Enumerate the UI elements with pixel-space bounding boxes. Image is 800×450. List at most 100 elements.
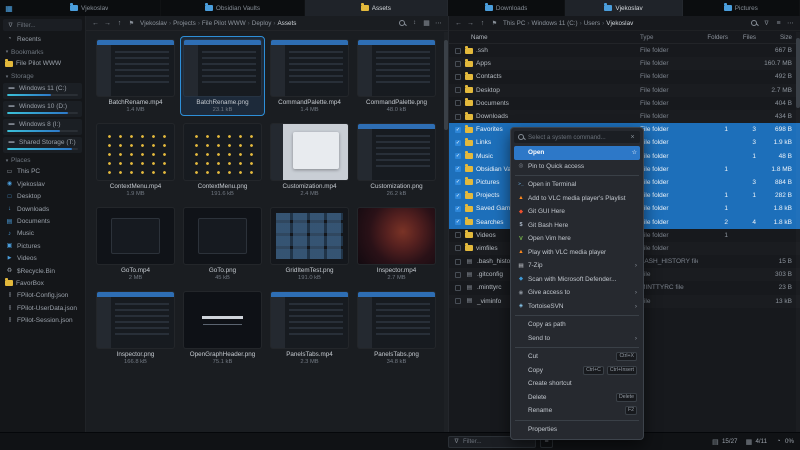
- context-menu-search[interactable]: [514, 131, 640, 143]
- breadcrumb-segment[interactable]: Users›: [583, 20, 606, 27]
- context-menu-item[interactable]: Git Bash Here ☆ ›: [514, 219, 640, 233]
- sidebar-section-bookmarks[interactable]: Bookmarks: [0, 45, 85, 57]
- tab[interactable]: Pictures: [683, 0, 800, 16]
- close-icon[interactable]: [628, 133, 637, 142]
- command-search-input[interactable]: [528, 134, 626, 141]
- tab[interactable]: Obsidian Vaults: [161, 0, 304, 16]
- file-tile[interactable]: Inspector.png 166.8 kB: [94, 289, 177, 367]
- column-header-files[interactable]: Files: [728, 34, 756, 41]
- column-header-type[interactable]: Type: [640, 34, 698, 41]
- row-checkbox[interactable]: [455, 153, 461, 159]
- context-menu-item[interactable]: ☆ ›: [515, 175, 639, 176]
- context-menu-item[interactable]: Scan with Microsoft Defender... ☆ ›: [514, 273, 640, 287]
- forward-button[interactable]: [103, 19, 112, 28]
- table-row[interactable]: Downloads File folder 434 B: [449, 110, 800, 123]
- context-menu-item[interactable]: ☆ ›: [515, 315, 639, 316]
- context-menu-item[interactable]: ☆ ›: [515, 347, 639, 348]
- column-header-folders[interactable]: Folders: [698, 34, 728, 41]
- context-menu-item[interactable]: Open in Terminal ☆ ›: [514, 178, 640, 192]
- row-checkbox[interactable]: [455, 179, 461, 185]
- context-menu-item[interactable]: ☆ ›: [515, 420, 639, 421]
- sort-icon[interactable]: [410, 19, 419, 28]
- context-menu-item[interactable]: TortoiseSVN ☆ ›: [514, 300, 640, 314]
- tab[interactable]: Assets: [305, 0, 448, 16]
- context-menu-item[interactable]: Play with VLC media player ☆ ›: [514, 246, 640, 260]
- back-button[interactable]: [454, 19, 463, 28]
- row-checkbox[interactable]: [455, 48, 461, 54]
- forward-button[interactable]: [466, 19, 475, 28]
- filter-icon[interactable]: [762, 19, 771, 28]
- sidebar-place-item[interactable]: Music: [0, 228, 85, 240]
- sidebar-filter-input[interactable]: [17, 22, 79, 29]
- file-tile[interactable]: GridItemTest.png 191.0 kB: [268, 205, 351, 283]
- row-checkbox[interactable]: [455, 61, 461, 67]
- context-menu-item[interactable]: Copy as path ☆ ›: [514, 318, 640, 332]
- storage-drive[interactable]: Windows 8 (I:): [3, 119, 82, 135]
- row-checkbox[interactable]: [455, 206, 461, 212]
- column-header-size[interactable]: Size: [756, 34, 800, 41]
- star-icon[interactable]: ☆: [632, 149, 637, 156]
- row-checkbox[interactable]: [455, 114, 461, 120]
- list-view-icon[interactable]: [774, 19, 783, 28]
- up-button[interactable]: [115, 19, 124, 28]
- file-tile[interactable]: Customization.png 26.2 kB: [355, 121, 438, 199]
- breadcrumb-segment[interactable]: Windows 11 (C:)›: [531, 20, 583, 27]
- sidebar-filter[interactable]: [3, 19, 82, 31]
- row-checkbox[interactable]: [455, 166, 461, 172]
- row-checkbox[interactable]: [455, 219, 461, 225]
- more-options-icon[interactable]: [434, 19, 443, 28]
- sidebar-place-item[interactable]: FPilot-Config.json: [0, 290, 85, 302]
- row-checkbox[interactable]: [455, 259, 461, 265]
- tab[interactable]: Vjekoslav: [565, 0, 682, 16]
- breadcrumb-segment[interactable]: Vjekoslav›: [605, 20, 634, 27]
- search-icon[interactable]: [398, 19, 407, 28]
- row-checkbox[interactable]: [455, 140, 461, 146]
- storage-drive[interactable]: Shared Storage (T:): [3, 137, 82, 153]
- table-row[interactable]: Documents File folder 404 B: [449, 97, 800, 110]
- row-checkbox[interactable]: [455, 285, 461, 291]
- file-tile[interactable]: GoTo.mp4 2 MB: [94, 205, 177, 283]
- sidebar-place-item[interactable]: This PC: [0, 166, 85, 178]
- row-checkbox[interactable]: [455, 100, 461, 106]
- breadcrumb-segment[interactable]: Deploy›: [251, 20, 277, 27]
- tab[interactable]: Downloads: [448, 0, 565, 16]
- table-row[interactable]: Contacts File folder 492 B: [449, 70, 800, 83]
- up-button[interactable]: [478, 19, 487, 28]
- scrollbar-thumb[interactable]: [796, 38, 800, 108]
- context-menu-item[interactable]: Open ☆ ›: [514, 146, 640, 160]
- file-tile[interactable]: BatchRename.png 23.1 kB: [181, 37, 264, 115]
- context-menu-item[interactable]: Pin to Quick access ☆ ›: [514, 160, 640, 174]
- sidebar-place-item[interactable]: FavorBox: [0, 277, 85, 289]
- sidebar-place-item[interactable]: Desktop: [0, 191, 85, 203]
- file-tile[interactable]: BatchRename.mp4 1.4 MB: [94, 37, 177, 115]
- context-menu-item[interactable]: Send to ☆ ›: [514, 332, 640, 346]
- context-menu-item[interactable]: Add to VLC media player's Playlist ☆ ›: [514, 192, 640, 206]
- file-tile[interactable]: PanelsTabs.mp4 2.3 MB: [268, 289, 351, 367]
- breadcrumb-segment[interactable]: This PC›: [502, 20, 531, 27]
- context-menu-item[interactable]: Create shortcut ☆ ›: [514, 377, 640, 391]
- context-menu-item[interactable]: Git GUI Here ☆ ›: [514, 205, 640, 219]
- context-menu-item[interactable]: Delete Delete ☆ ›: [514, 391, 640, 405]
- file-tile[interactable]: CommandPalette.mp4 1.4 MB: [268, 37, 351, 115]
- tab[interactable]: Vjekoslav: [18, 0, 161, 16]
- row-checkbox[interactable]: [455, 245, 461, 251]
- breadcrumb-segment[interactable]: Assets›: [276, 20, 297, 27]
- row-checkbox[interactable]: [455, 232, 461, 238]
- sidebar-place-item[interactable]: Documents: [0, 215, 85, 227]
- row-checkbox[interactable]: [455, 272, 461, 278]
- sidebar-place-item[interactable]: $Recycle.Bin: [0, 265, 85, 277]
- sidebar-place-item[interactable]: FPilot-UserData.json: [0, 302, 85, 314]
- row-checkbox[interactable]: [455, 87, 461, 93]
- breadcrumb-segment[interactable]: File Pilot WWW›: [201, 20, 251, 27]
- sidebar-bookmark-item[interactable]: File Pilot WWW: [0, 57, 85, 69]
- more-options-icon[interactable]: [786, 19, 795, 28]
- row-checkbox[interactable]: [455, 127, 461, 133]
- sidebar-place-item[interactable]: FPilot-Session.json: [0, 314, 85, 326]
- context-menu-item[interactable]: Copy Ctrl+C Ctrl+Insert ☆ ›: [514, 364, 640, 378]
- file-tile[interactable]: Inspector.mp4 2.7 MB: [355, 205, 438, 283]
- context-menu-item[interactable]: Give access to ☆ ›: [514, 286, 640, 300]
- context-menu-item[interactable]: Properties ☆ ›: [514, 423, 640, 437]
- row-checkbox[interactable]: [455, 298, 461, 304]
- row-checkbox[interactable]: [455, 193, 461, 199]
- context-menu-item[interactable]: Rename F2 ☆ ›: [514, 404, 640, 418]
